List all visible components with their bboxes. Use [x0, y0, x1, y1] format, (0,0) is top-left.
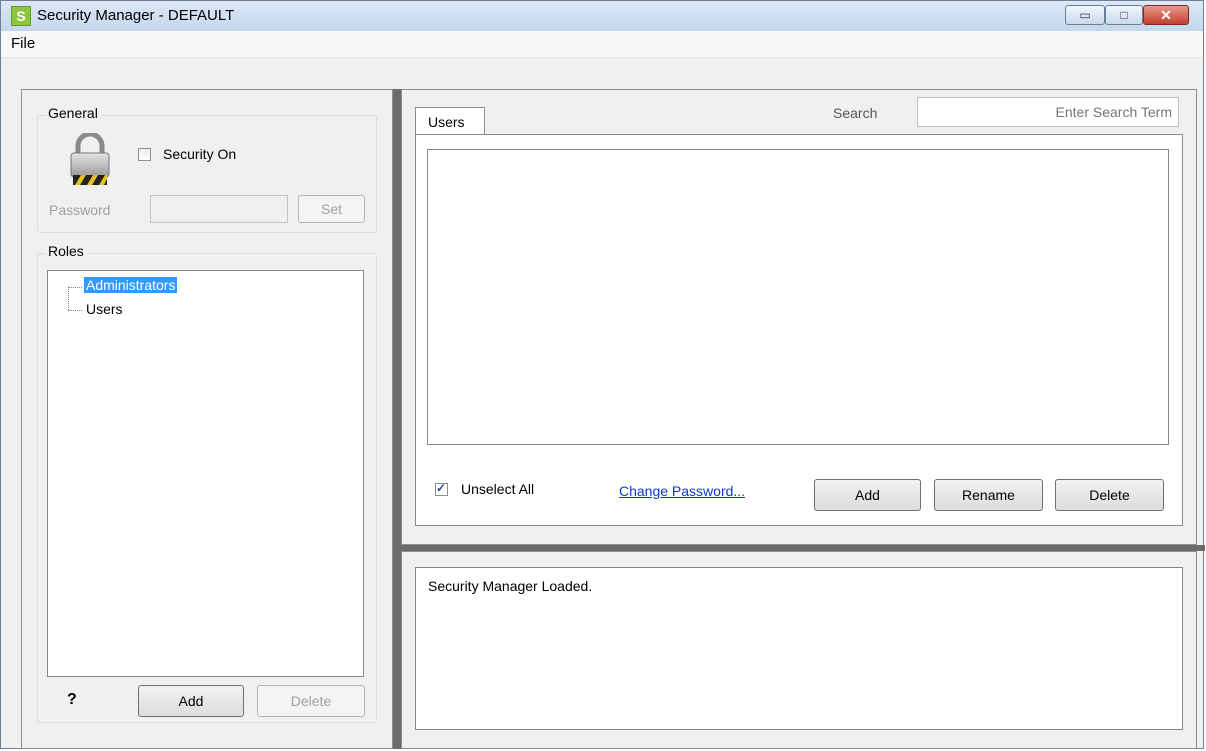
- roles-legend: Roles: [45, 243, 87, 259]
- add-role-button[interactable]: Add: [138, 685, 244, 717]
- menu-file[interactable]: File: [11, 35, 35, 52]
- password-label: Password: [49, 202, 111, 218]
- help-icon[interactable]: ?: [67, 691, 77, 709]
- log-output[interactable]: Security Manager Loaded.: [415, 567, 1183, 730]
- maximize-icon: □: [1120, 8, 1128, 22]
- tab-users[interactable]: Users: [415, 107, 485, 135]
- app-logo-icon: S: [11, 6, 31, 26]
- delete-user-button[interactable]: Delete: [1055, 479, 1164, 511]
- add-user-button[interactable]: Add: [814, 479, 921, 511]
- minimize-icon: ▭: [1079, 8, 1091, 22]
- app-window: S Security Manager - DEFAULT ▭ □ ✕ File …: [0, 0, 1205, 749]
- tree-item-users[interactable]: Users: [86, 301, 123, 317]
- tree-connector: [68, 287, 69, 310]
- search-input[interactable]: [917, 97, 1179, 127]
- maximize-button[interactable]: □: [1105, 5, 1143, 25]
- security-on-checkbox[interactable]: [138, 148, 151, 161]
- general-legend: General: [45, 105, 101, 121]
- lock-icon: [70, 133, 110, 185]
- tree-connector: [68, 310, 82, 311]
- users-list[interactable]: [427, 149, 1169, 445]
- window-title: Security Manager - DEFAULT: [37, 7, 235, 24]
- password-input[interactable]: [150, 195, 288, 223]
- delete-role-button[interactable]: Delete: [257, 685, 365, 717]
- tree-item-administrators[interactable]: Administrators: [84, 277, 178, 293]
- change-password-link[interactable]: Change Password...: [619, 483, 745, 499]
- close-icon: ✕: [1160, 7, 1172, 23]
- unselect-all-checkbox[interactable]: [435, 481, 448, 496]
- menu-bar: File: [1, 31, 1203, 58]
- search-label: Search: [833, 105, 878, 121]
- rename-user-button[interactable]: Rename: [934, 479, 1043, 511]
- unselect-all-label: Unselect All: [461, 481, 535, 497]
- minimize-button[interactable]: ▭: [1065, 5, 1105, 25]
- close-button[interactable]: ✕: [1143, 5, 1189, 25]
- security-on-label: Security On: [163, 146, 237, 162]
- set-password-button[interactable]: Set: [298, 195, 365, 223]
- vertical-splitter[interactable]: [393, 89, 401, 749]
- roles-tree[interactable]: Administrators Users: [47, 270, 364, 677]
- log-message: Security Manager Loaded.: [428, 578, 593, 594]
- title-bar[interactable]: S Security Manager - DEFAULT ▭ □ ✕: [1, 1, 1203, 31]
- tree-connector: [68, 287, 82, 288]
